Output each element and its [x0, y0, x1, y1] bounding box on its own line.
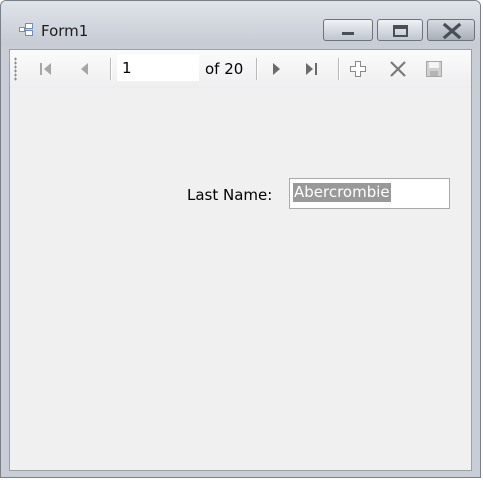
maximize-button[interactable] [377, 19, 423, 41]
maximize-icon [393, 25, 408, 37]
delete-button[interactable] [386, 56, 410, 82]
move-next-button[interactable] [264, 56, 288, 82]
add-new-button[interactable] [346, 56, 370, 82]
toolbar-separator [110, 58, 111, 80]
minimize-button[interactable] [323, 19, 373, 41]
last-name-textbox[interactable]: Abercrombie [289, 178, 450, 209]
title-bar[interactable]: Form1 [1, 1, 480, 45]
last-name-value: Abercrombie [293, 183, 391, 202]
move-previous-icon [81, 63, 88, 75]
move-first-icon [40, 63, 51, 75]
toolbar-grip[interactable] [14, 57, 17, 81]
form-client-area: of 20 [9, 49, 472, 471]
move-last-button[interactable] [300, 56, 324, 82]
count-label: of 20 [205, 60, 244, 78]
last-name-label: Last Name: [187, 186, 273, 204]
binding-navigator: of 20 [10, 50, 471, 88]
toolbar-separator [256, 58, 257, 80]
move-next-icon [273, 63, 280, 75]
close-icon [442, 22, 462, 40]
window-title: Form1 [41, 22, 89, 40]
add-new-icon [350, 61, 366, 77]
move-last-icon [306, 63, 317, 75]
minimize-icon [342, 32, 354, 35]
toolbar-separator [338, 58, 339, 80]
position-input[interactable] [117, 55, 199, 81]
close-button[interactable] [427, 19, 475, 41]
delete-icon [390, 61, 406, 77]
move-previous-button[interactable] [72, 56, 96, 82]
form1-window: Form1 1 of 20 Last Name: Abercrombie [0, 0, 481, 478]
save-button[interactable] [422, 56, 446, 82]
move-first-button[interactable] [34, 56, 58, 82]
save-icon [426, 61, 442, 77]
form-app-icon [19, 23, 33, 36]
